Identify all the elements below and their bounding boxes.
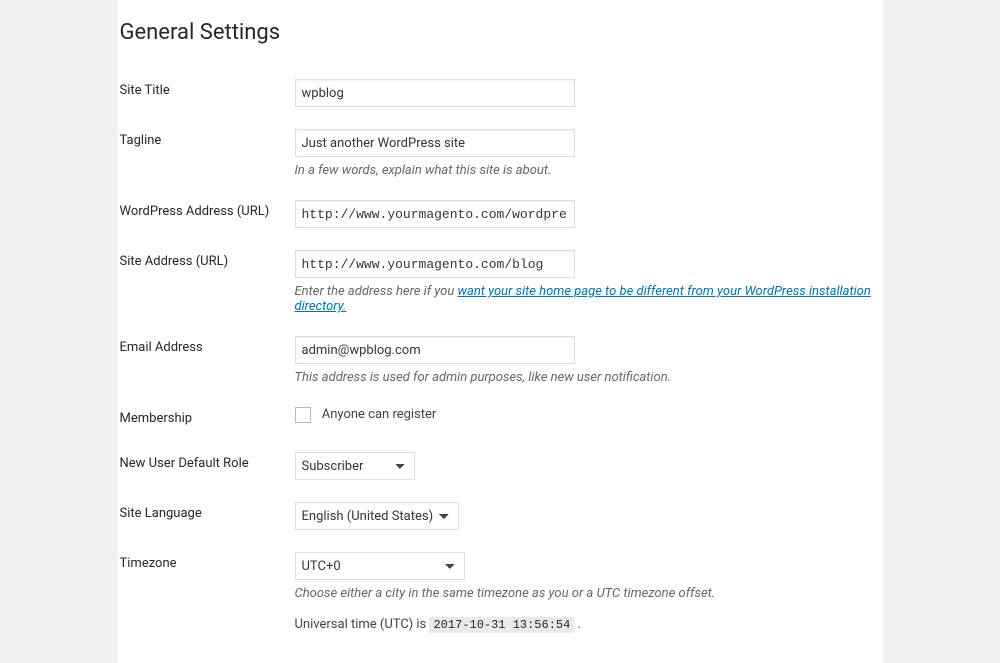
default-role-label: New User Default Role: [120, 456, 249, 471]
tagline-description: In a few words, explain what this site i…: [295, 163, 873, 178]
utc-prefix: Universal time (UTC) is: [295, 617, 430, 632]
membership-label: Membership: [120, 411, 193, 426]
timezone-description: Choose either a city in the same timezon…: [295, 586, 873, 601]
site-language-label: Site Language: [120, 506, 202, 521]
timezone-select[interactable]: UTC+0: [295, 552, 465, 580]
site-title-label: Site Title: [120, 83, 170, 98]
site-title-input[interactable]: [295, 79, 575, 107]
email-input[interactable]: [295, 336, 575, 364]
utc-timestamp: 2017-10-31 13:56:54: [429, 617, 574, 633]
membership-checkbox-wrapper[interactable]: Anyone can register: [295, 407, 437, 422]
email-label: Email Address: [120, 340, 203, 355]
default-role-select[interactable]: Subscriber: [295, 452, 415, 480]
site-language-select[interactable]: English (United States): [295, 502, 459, 530]
wp-address-label: WordPress Address (URL): [120, 204, 270, 219]
membership-checkbox-label: Anyone can register: [322, 408, 437, 423]
utc-suffix: .: [574, 617, 581, 632]
site-address-input[interactable]: [295, 250, 575, 278]
site-address-description: Enter the address here if you want your …: [295, 284, 873, 314]
site-address-description-prefix: Enter the address here if you: [295, 284, 458, 299]
wp-address-input[interactable]: [295, 200, 575, 228]
tagline-input[interactable]: [295, 129, 575, 157]
email-description: This address is used for admin purposes,…: [295, 370, 873, 385]
utc-line: Universal time (UTC) is 2017-10-31 13:56…: [295, 617, 873, 632]
page-title: General Settings: [120, 20, 883, 53]
site-address-label: Site Address (URL): [120, 254, 229, 269]
tagline-label: Tagline: [120, 133, 162, 148]
membership-checkbox[interactable]: [295, 407, 311, 423]
